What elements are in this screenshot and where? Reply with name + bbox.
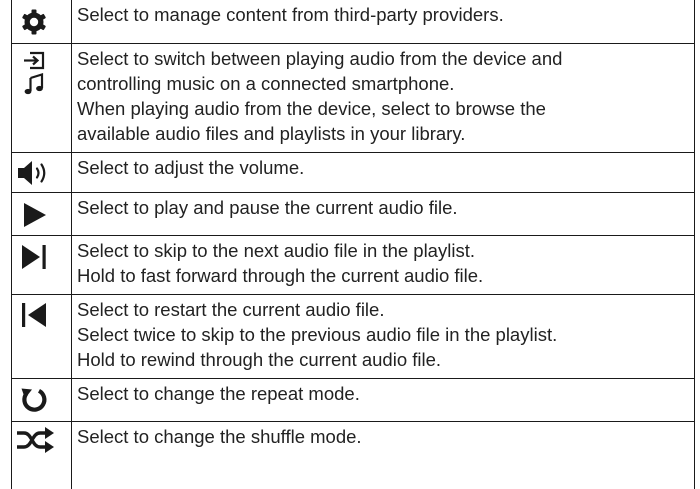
- icon-cell: [11, 420, 72, 489]
- skip-next-icon: [22, 244, 46, 269]
- play-icon: [24, 202, 46, 227]
- description-line: Hold to rewind through the current audio…: [77, 348, 442, 370]
- description-line: controlling music on a connected smartph…: [77, 72, 455, 94]
- description-line: Select twice to skip to the previous aud…: [77, 323, 558, 345]
- icon-cell: [11, 42, 72, 153]
- description-line: Select to play and pause the current aud…: [77, 196, 458, 218]
- icon-cell: [11, 191, 72, 236]
- description-line: Select to switch between playing audio f…: [77, 47, 563, 69]
- description-line: Select to restart the current audio file…: [77, 298, 385, 320]
- controls-table: Select to manage content from third-part…: [11, 0, 695, 489]
- icon-cell: [11, 151, 72, 193]
- table-row: Select to adjust the volume.: [11, 151, 695, 193]
- table-row: Select to play and pause the current aud…: [11, 191, 695, 236]
- description-cell: Select to change the repeat mode.: [71, 377, 695, 422]
- description-cell: Select to skip to the next audio file in…: [71, 234, 695, 295]
- table-row: Select to restart the current audio file…: [11, 293, 695, 379]
- gear-icon: [22, 9, 46, 35]
- description-line: available audio files and playlists in y…: [77, 122, 466, 144]
- icon-cell: [11, 377, 72, 422]
- description-line: Select to change the shuffle mode.: [77, 425, 362, 447]
- table-row: Select to skip to the next audio file in…: [11, 234, 695, 295]
- volume-icon: [18, 160, 46, 185]
- icon-cell: [11, 293, 72, 379]
- description-line: Select to adjust the volume.: [77, 156, 305, 178]
- icon-cell: [11, 234, 72, 295]
- description-line: Select to change the repeat mode.: [77, 382, 360, 404]
- table-row: Select to change the shuffle mode.: [11, 420, 695, 489]
- table-row: Select to manage content from third-part…: [11, 0, 695, 44]
- description-cell: Select to manage content from third-part…: [71, 0, 695, 44]
- description-line: When playing audio from the device, sele…: [77, 97, 546, 119]
- description-cell: Select to play and pause the current aud…: [71, 191, 695, 236]
- description-line: Select to manage content from third-part…: [77, 4, 504, 25]
- table-row: Select to switch between playing audio f…: [11, 42, 695, 153]
- description-cell: Select to change the shuffle mode.: [71, 420, 695, 489]
- description-cell: Select to restart the current audio file…: [71, 293, 695, 379]
- shuffle-icon: [17, 426, 54, 453]
- description-line: Hold to fast forward through the current…: [77, 264, 484, 286]
- repeat-icon: [21, 388, 47, 412]
- description-cell: Select to adjust the volume.: [71, 151, 695, 193]
- table-row: Select to change the repeat mode.: [11, 377, 695, 422]
- source-switch-music-note-icon: [24, 51, 45, 94]
- skip-previous-icon: [22, 302, 46, 327]
- description-cell: Select to switch between playing audio f…: [71, 42, 695, 153]
- icon-cell: [11, 0, 72, 44]
- description-line: Select to skip to the next audio file in…: [77, 239, 475, 261]
